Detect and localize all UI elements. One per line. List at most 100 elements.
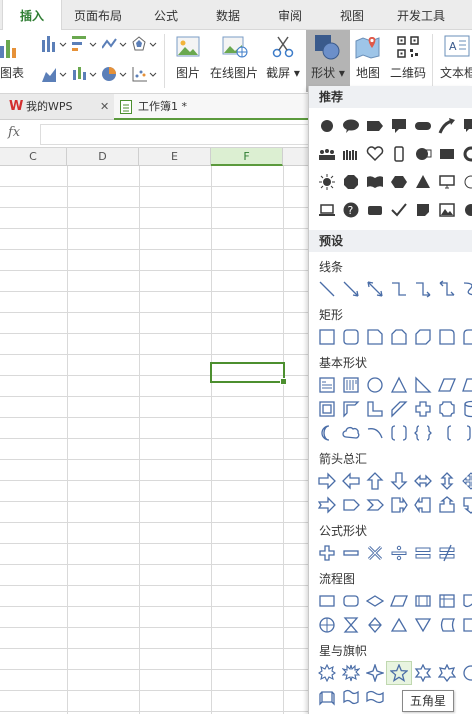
tab-page-layout[interactable]: 页面布局 [62,0,134,30]
bar-chart-icon[interactable] [72,36,98,52]
shape-flow-internal-storage[interactable] [435,590,459,612]
shapes-button[interactable]: 形状 ▾ [306,30,350,92]
area-chart-icon[interactable] [42,66,68,82]
shape-elbow-double-arrow[interactable] [435,278,459,300]
shape-monitor[interactable] [435,171,459,193]
shape-octagon[interactable] [339,171,363,193]
shape-line[interactable] [315,278,339,300]
shape-crowd[interactable] [315,143,339,165]
shape-flow-decision[interactable] [363,590,387,612]
shape-vertical-textbox[interactable] [339,374,363,396]
picture-button[interactable]: 图片 [170,30,206,92]
shape-flow-stored-data[interactable] [435,614,459,636]
tab-formulas[interactable]: 公式 [136,0,196,30]
shape-hexagon[interactable] [387,171,411,193]
shape-flow-merge[interactable] [411,614,435,636]
column-header-c[interactable]: C [0,148,67,166]
shape-divide[interactable] [387,542,411,564]
shape-down-arrow[interactable] [387,470,411,492]
shape-flow-extract[interactable] [387,614,411,636]
shape-phone[interactable] [387,143,411,165]
shape-frame[interactable] [315,398,339,420]
close-icon[interactable]: ✕ [100,94,109,120]
shape-round-diagonal[interactable] [459,326,472,348]
shape-cross[interactable] [411,398,435,420]
chart-button[interactable]: 图表 [0,30,40,92]
shape-circle[interactable] [315,115,339,137]
shape-badge[interactable] [459,199,472,221]
shape-circle-outline[interactable] [459,171,472,193]
tab-view[interactable]: 视图 [322,0,382,30]
shape-left-arrow[interactable] [339,470,363,492]
column-chart-icon[interactable] [42,36,68,52]
shape-double-bracket[interactable] [387,422,411,444]
shape-flow-summing-junction[interactable] [315,614,339,636]
screenshot-button[interactable]: 截屏 ▾ [264,30,302,92]
shape-plaque[interactable] [435,398,459,420]
online-picture-button[interactable]: 在线图片 [208,30,260,92]
doc-tab-workbook[interactable]: 工作簿1 * [114,94,308,120]
shape-8-point-star[interactable] [459,662,472,684]
shape-diagonal-stripe[interactable] [387,398,411,420]
shape-equal[interactable] [411,542,435,564]
shape-right-arrow-callout[interactable] [387,494,411,516]
radar-chart-icon[interactable] [132,36,158,52]
shape-rectangle[interactable] [315,326,339,348]
shape-snip-corner[interactable] [363,326,387,348]
column-header-f[interactable]: F [211,148,283,166]
column-header-e[interactable]: E [139,148,211,166]
shape-explosion-2[interactable] [339,662,363,684]
shape-l-shape[interactable] [363,398,387,420]
shape-triangle[interactable] [411,171,435,193]
shape-flow-alternate-process[interactable] [339,590,363,612]
shape-down-arrow-callout[interactable] [459,494,472,516]
shape-double-wave[interactable] [363,686,387,708]
shape-flow-predefined[interactable] [411,590,435,612]
column-header-d[interactable]: D [67,148,139,166]
shape-isosceles-triangle[interactable] [387,374,411,396]
shape-7-point-star[interactable] [435,662,459,684]
shape-not-equal[interactable] [435,542,459,564]
shape-rounded-bar[interactable] [411,115,435,137]
shape-up-arrow-callout[interactable] [435,494,459,516]
qrcode-button[interactable]: 二维码 [388,30,428,92]
selected-cell[interactable] [210,362,287,385]
shape-arrow-line[interactable] [339,278,363,300]
shape-callout-square[interactable] [459,115,472,137]
shape-callout-oval[interactable] [339,115,363,137]
shape-globe[interactable] [411,143,435,165]
shape-flow-collate[interactable] [339,614,363,636]
shape-left-right-arrow[interactable] [411,470,435,492]
shape-5-point-star[interactable] [386,661,412,685]
shape-book[interactable] [363,171,387,193]
shape-flow-delay[interactable] [459,614,472,636]
shape-minus[interactable] [339,542,363,564]
map-button[interactable]: 地图 [352,30,384,92]
fx-icon[interactable]: fx [8,125,20,140]
shape-4-point-star[interactable] [363,662,387,684]
shape-quad-arrow[interactable] [459,470,472,492]
shape-flow-document[interactable] [459,590,472,612]
shape-up-down-arrow[interactable] [435,470,459,492]
shape-folded-corner[interactable] [411,199,435,221]
tab-developer[interactable]: 开发工具 [386,0,456,30]
doc-tab-mywps[interactable]: W 我的WPS ✕ [0,94,114,120]
tab-insert[interactable]: 插入 [2,0,62,31]
shape-elbow-connector[interactable] [387,278,411,300]
shape-arc[interactable] [363,422,387,444]
shape-multiply[interactable] [363,542,387,564]
shape-right-bracket[interactable] [459,422,472,444]
shape-flow-sort[interactable] [363,614,387,636]
shape-wave-banner[interactable] [339,686,363,708]
shape-rounded-rectangle[interactable] [339,326,363,348]
shape-sun[interactable] [315,171,339,193]
shape-flow-data[interactable] [387,590,411,612]
shape-round-single-corner[interactable] [435,326,459,348]
shape-right-triangle[interactable] [411,374,435,396]
shape-half-frame[interactable] [339,398,363,420]
shape-callout-rect[interactable] [387,115,411,137]
shape-flow-process[interactable] [315,590,339,612]
shape-rect-rounded-filled[interactable] [363,199,387,221]
shape-curved-arrow[interactable] [435,115,459,137]
shape-ribbon-banner[interactable] [315,686,339,708]
